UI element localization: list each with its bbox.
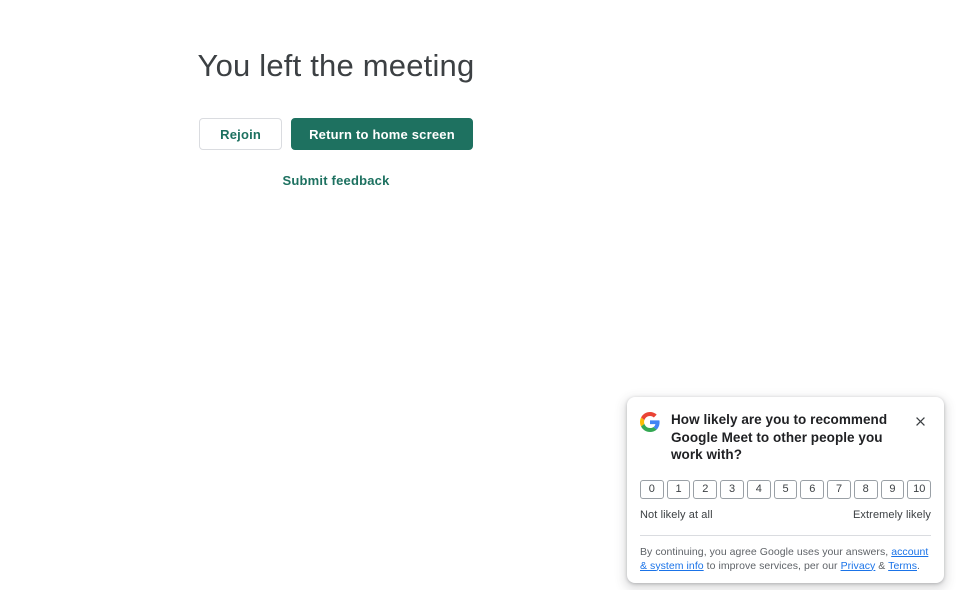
legal-text-part-2: to improve services, per our xyxy=(704,560,841,572)
nps-option-6[interactable]: 6 xyxy=(800,480,824,499)
google-g-icon xyxy=(640,412,660,432)
leave-meeting-screen: You left the meeting Rejoin Return to ho… xyxy=(0,0,956,590)
survey-header: How likely are you to recommend Google M… xyxy=(640,411,931,464)
terms-link[interactable]: Terms xyxy=(888,560,917,572)
survey-question: How likely are you to recommend Google M… xyxy=(671,411,898,464)
nps-option-0[interactable]: 0 xyxy=(640,480,664,499)
nps-option-9[interactable]: 9 xyxy=(881,480,905,499)
nps-option-4[interactable]: 4 xyxy=(747,480,771,499)
nps-option-7[interactable]: 7 xyxy=(827,480,851,499)
privacy-link[interactable]: Privacy xyxy=(841,560,876,572)
legal-text-part-4: . xyxy=(917,560,920,572)
nps-anchors: Not likely at all Extremely likely xyxy=(640,509,931,521)
nps-option-2[interactable]: 2 xyxy=(693,480,717,499)
action-button-row: Rejoin Return to home screen xyxy=(0,118,672,150)
submit-feedback-link[interactable]: Submit feedback xyxy=(282,173,389,188)
nps-low-anchor: Not likely at all xyxy=(640,509,713,521)
nps-option-8[interactable]: 8 xyxy=(854,480,878,499)
rejoin-button[interactable]: Rejoin xyxy=(199,118,282,150)
nps-option-5[interactable]: 5 xyxy=(774,480,798,499)
survey-legal-footer: By continuing, you agree Google uses you… xyxy=(640,536,931,583)
nps-high-anchor: Extremely likely xyxy=(853,509,931,521)
nps-option-1[interactable]: 1 xyxy=(667,480,691,499)
page-title: You left the meeting xyxy=(0,46,672,86)
close-icon[interactable] xyxy=(909,410,931,432)
leave-panel: You left the meeting Rejoin Return to ho… xyxy=(0,0,672,190)
nps-option-10[interactable]: 10 xyxy=(907,480,931,499)
legal-text-part-3: & xyxy=(875,560,888,572)
survey-card: How likely are you to recommend Google M… xyxy=(627,397,944,583)
nps-option-3[interactable]: 3 xyxy=(720,480,744,499)
nps-scale: 0 1 2 3 4 5 6 7 8 9 10 xyxy=(640,480,931,499)
legal-text-part-1: By continuing, you agree Google uses you… xyxy=(640,546,891,558)
feedback-link-row: Submit feedback xyxy=(0,172,672,190)
return-to-home-screen-button[interactable]: Return to home screen xyxy=(291,118,473,150)
